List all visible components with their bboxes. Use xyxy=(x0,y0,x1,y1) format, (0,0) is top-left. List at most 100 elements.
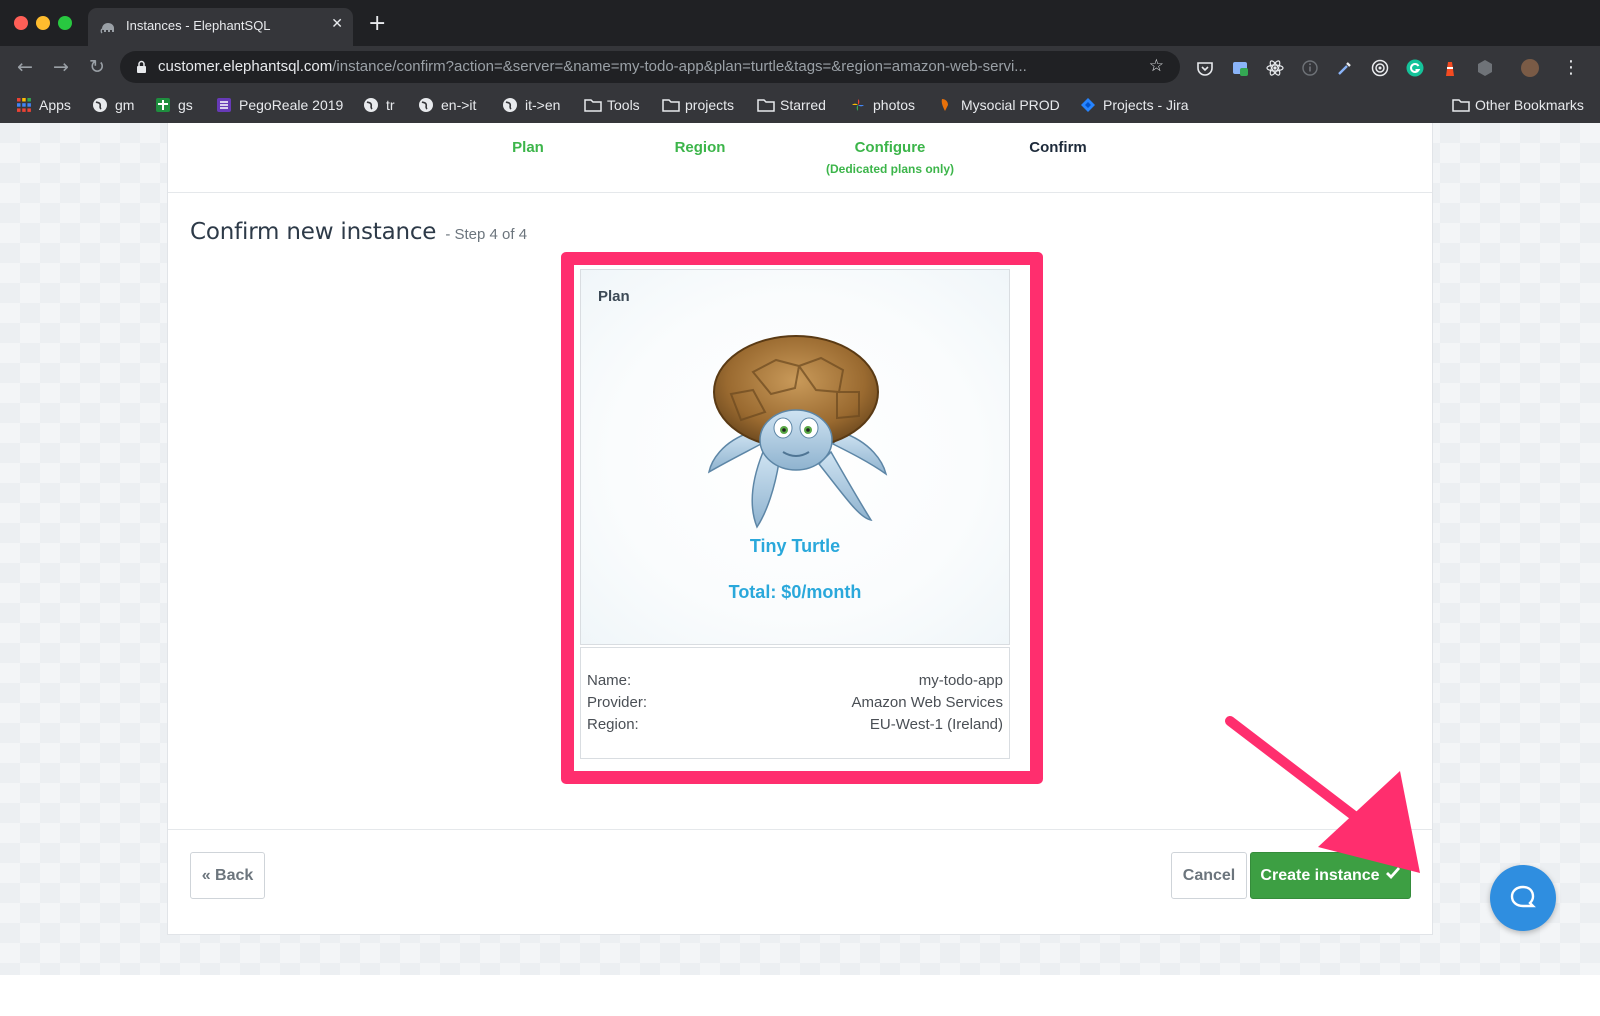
bookmark-en-it[interactable]: en->it xyxy=(418,95,476,115)
back-button[interactable]: « Back xyxy=(190,852,265,899)
chat-bubble-icon xyxy=(1510,885,1536,908)
tab-strip: Instances - ElephantSQL ✕ + xyxy=(0,0,1600,46)
bookmark-gs[interactable]: gs xyxy=(155,95,193,115)
globe-icon xyxy=(363,97,379,113)
react-devtools-icon[interactable] xyxy=(1266,59,1284,77)
step-label: Region xyxy=(674,139,726,156)
browser-chrome: Instances - ElephantSQL ✕ + ← → ↻ custom… xyxy=(0,0,1600,123)
lock-icon xyxy=(136,59,147,78)
globe-icon xyxy=(502,97,518,113)
bookmark-tr[interactable]: tr xyxy=(363,95,395,115)
folder-icon xyxy=(757,97,775,113)
lobster-icon xyxy=(938,97,954,113)
globe-icon xyxy=(418,97,434,113)
detail-value: Amazon Web Services xyxy=(851,694,1003,711)
step-sublabel: (Dedicated plans only) xyxy=(825,162,955,176)
step-label: Configure xyxy=(854,139,926,156)
target-extension-icon[interactable] xyxy=(1371,59,1389,77)
detail-key: Name: xyxy=(587,672,632,689)
folder-icon xyxy=(1452,97,1470,113)
jira-icon xyxy=(1080,97,1096,113)
bookmark-label: gs xyxy=(178,97,193,113)
bookmark-photos[interactable]: photos xyxy=(850,95,915,115)
green-plus-icon xyxy=(155,97,171,113)
elephant-favicon-icon xyxy=(100,19,116,35)
url-path: /instance/confirm?action=&server=&name=m… xyxy=(332,58,1027,75)
bookmark-jira[interactable]: Projects - Jira xyxy=(1080,95,1189,115)
other-bookmarks[interactable]: Other Bookmarks xyxy=(1452,95,1584,115)
browser-menu-icon[interactable]: ⋮ xyxy=(1562,59,1580,77)
bookmark-label: it->en xyxy=(525,97,561,113)
plan-card-label: Plan xyxy=(598,288,630,305)
grammarly-icon[interactable] xyxy=(1406,59,1424,77)
sheets-extension-icon[interactable] xyxy=(1231,59,1249,77)
address-bar[interactable]: customer.elephantsql.com/instance/confir… xyxy=(120,51,1180,83)
instance-details: Name: my-todo-app Provider: Amazon Web S… xyxy=(580,647,1010,759)
back-arrow-icon[interactable]: ← xyxy=(12,54,38,80)
chat-support-button[interactable] xyxy=(1490,865,1556,931)
profile-avatar[interactable] xyxy=(1521,59,1539,77)
folder-icon xyxy=(584,97,602,113)
detail-key: Provider: xyxy=(587,694,648,711)
browser-toolbar: ← → ↻ customer.elephantsql.com/instance/… xyxy=(0,46,1600,88)
bookmark-label: Other Bookmarks xyxy=(1475,97,1584,113)
tab-title: Instances - ElephantSQL xyxy=(126,18,271,33)
annotation-arrow-icon xyxy=(1225,716,1420,873)
bookmark-label: tr xyxy=(386,97,395,113)
browser-tab[interactable]: Instances - ElephantSQL ✕ xyxy=(88,8,353,46)
step-plan[interactable]: Plan xyxy=(488,139,568,156)
bookmark-pegoreale[interactable]: PegoReale 2019 xyxy=(216,95,343,115)
bookmark-projects[interactable]: projects xyxy=(662,95,734,115)
page-title: Confirm new instance xyxy=(190,219,437,245)
pocket-extension-icon[interactable] xyxy=(1196,59,1214,77)
detail-value: my-todo-app xyxy=(918,672,1003,689)
bookmark-starred[interactable]: Starred xyxy=(757,95,826,115)
wizard-steps: Plan Region Configure (Dedicated plans o… xyxy=(168,123,1432,193)
page-background: Plan Region Configure (Dedicated plans o… xyxy=(0,123,1600,975)
reload-icon[interactable]: ↻ xyxy=(84,54,110,80)
step-region[interactable]: Region xyxy=(655,139,745,156)
folder-icon xyxy=(662,97,680,113)
close-tab-icon[interactable]: ✕ xyxy=(331,16,343,32)
bookmark-label: PegoReale 2019 xyxy=(239,97,344,113)
bookmark-star-icon[interactable]: ☆ xyxy=(1149,56,1164,76)
apps-grid-icon xyxy=(16,97,32,113)
bookmark-label: Apps xyxy=(39,97,71,113)
detail-key: Region: xyxy=(587,716,639,733)
step-confirm: Confirm xyxy=(1008,139,1108,156)
bookmark-label: en->it xyxy=(441,97,477,113)
photos-pinwheel-icon xyxy=(850,97,866,113)
bookmark-gm[interactable]: gm xyxy=(92,95,134,115)
new-tab-icon[interactable]: + xyxy=(368,13,386,35)
list-icon xyxy=(216,97,232,113)
eyedropper-extension-icon[interactable] xyxy=(1336,59,1354,77)
bookmark-label: projects xyxy=(685,97,735,113)
hexagon-extension-icon[interactable] xyxy=(1476,59,1494,77)
forward-arrow-icon[interactable]: → xyxy=(48,54,74,80)
bookmarks-bar: Apps gm gs PegoReale 2019 tr en->it it->… xyxy=(0,88,1600,123)
wizard-panel: Plan Region Configure (Dedicated plans o… xyxy=(167,123,1433,935)
step-label: Confirm xyxy=(1029,139,1087,156)
step-configure[interactable]: Configure (Dedicated plans only) xyxy=(800,139,980,176)
bookmark-it-en[interactable]: it->en xyxy=(502,95,560,115)
url-text: customer.elephantsql.com/instance/confir… xyxy=(158,58,1128,75)
plan-name: Tiny Turtle xyxy=(749,536,841,556)
close-window-button[interactable] xyxy=(14,16,28,30)
page-heading: Confirm new instance - Step 4 of 4 xyxy=(190,219,527,245)
step-label: Plan xyxy=(512,139,544,156)
page-bottom-margin xyxy=(0,975,1600,1016)
minimize-window-button[interactable] xyxy=(36,16,50,30)
bookmark-tools[interactable]: Tools xyxy=(584,95,640,115)
url-host: customer.elephantsql.com xyxy=(158,58,333,75)
bookmark-label: Mysocial PROD xyxy=(961,97,1060,113)
plan-card: Plan Tiny Turtle Total: $0/month xyxy=(580,269,1010,645)
bookmark-label: gm xyxy=(115,97,135,113)
maximize-window-button[interactable] xyxy=(58,16,72,30)
bookmark-mysocial[interactable]: Mysocial PROD xyxy=(938,95,1060,115)
lighthouse-icon[interactable] xyxy=(1441,59,1459,77)
globe-icon xyxy=(92,97,108,113)
info-extension-icon[interactable] xyxy=(1301,59,1319,77)
bookmark-label: Projects - Jira xyxy=(1103,97,1189,113)
bookmark-apps[interactable]: Apps xyxy=(16,95,71,115)
bookmark-label: photos xyxy=(873,97,916,113)
